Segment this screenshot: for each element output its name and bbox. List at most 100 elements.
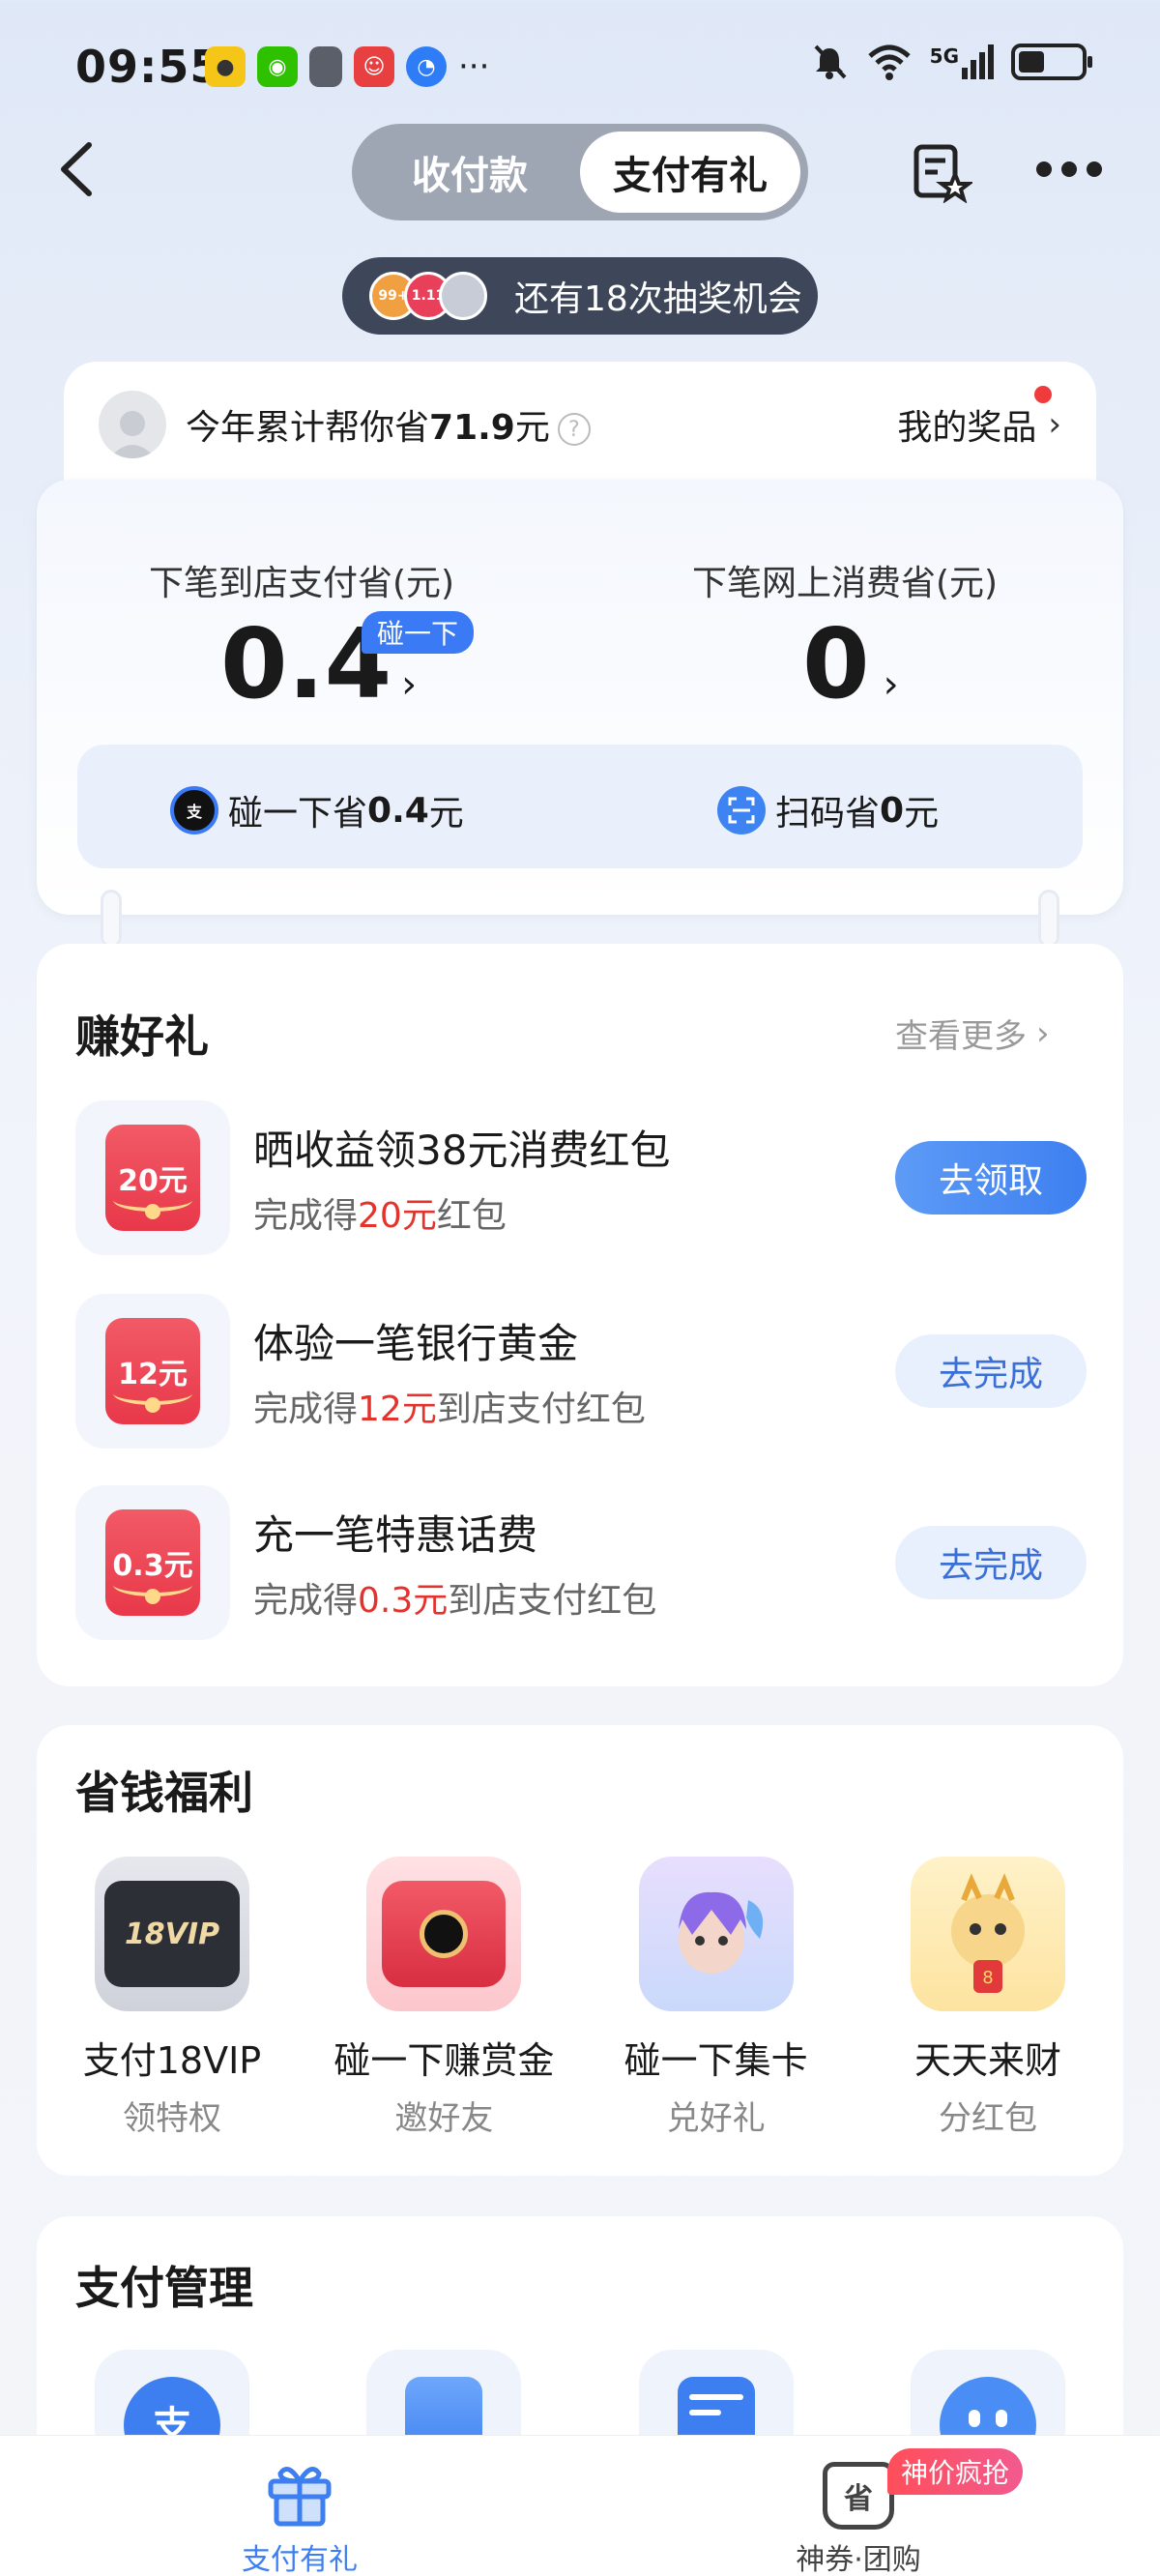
- chevron-right-icon: ›: [1048, 405, 1061, 444]
- chevron-right-icon: ›: [883, 662, 899, 707]
- envelope-amount: 12元: [118, 1358, 188, 1391]
- benefit-item-vip[interactable]: 18VIP 支付18VIP 领特权: [56, 1857, 288, 2139]
- red-envelope-icon: 20元: [105, 1125, 200, 1231]
- task-title: 充一笔特惠话费: [253, 1511, 538, 1559]
- coin-icon: [439, 272, 487, 320]
- my-prizes-label: 我的奖品: [897, 408, 1037, 448]
- scan-pay-savings[interactable]: 扫码省 0 元: [717, 785, 939, 835]
- card-hinge: [101, 890, 122, 948]
- scan-pay-amount: 0: [880, 790, 905, 831]
- status-bar: 09:55 ● ◉ ☺ ◔ ··· 5G: [0, 0, 1160, 135]
- mute-icon: [814, 44, 847, 79]
- task-title: 晒收益领38元消费红包: [253, 1127, 671, 1174]
- online-savings-value: 0: [802, 607, 870, 720]
- chevron-right-icon: ›: [1036, 1013, 1050, 1053]
- management-title: 支付管理: [75, 2262, 253, 2314]
- more-button[interactable]: [1036, 155, 1106, 184]
- benefit-sub: 领特权: [123, 2099, 221, 2138]
- chevron-left-icon: [61, 142, 92, 196]
- claim-button[interactable]: 去领取: [895, 1141, 1087, 1215]
- wifi-icon: [867, 44, 911, 80]
- browser-app-icon: ◔: [406, 46, 447, 87]
- benefit-sub: 分红包: [938, 2099, 1037, 2138]
- tab-receive-pay[interactable]: 收付款: [360, 132, 580, 213]
- red-dot-badge: [1034, 386, 1052, 403]
- task-reward-amount: 20元: [358, 1196, 437, 1236]
- tap-pay-unit: 元: [428, 794, 464, 834]
- task-reward-amount: 12元: [358, 1390, 437, 1429]
- daily-wealth-image: 8: [910, 1857, 1065, 2011]
- task-reward-prefix: 完成得: [253, 1196, 359, 1236]
- benefit-title: 碰一下赚赏金: [334, 2039, 555, 2082]
- help-icon[interactable]: ?: [557, 413, 591, 446]
- earn-gifts-title: 赚好礼: [75, 1010, 209, 1063]
- lottery-chances-pill[interactable]: 99+ 1.11 还有18次抽奖机会: [342, 257, 818, 335]
- task-icon: 0.3元: [75, 1485, 230, 1640]
- online-savings-value-link[interactable]: 0 ›: [802, 607, 899, 720]
- svg-text:8: 8: [982, 1968, 993, 1988]
- yearly-savings-prefix: 今年累计帮你省: [186, 408, 430, 448]
- back-button[interactable]: [50, 135, 104, 203]
- see-more-link[interactable]: 查看更多 ›: [895, 1010, 1050, 1057]
- benefit-title: 碰一下集卡: [624, 2039, 808, 2082]
- card-hinge: [1038, 890, 1059, 948]
- notification-icons: ● ◉ ☺ ◔ ···: [205, 46, 489, 87]
- game-app-icon: ☺: [354, 46, 394, 87]
- user-icon: [109, 411, 156, 458]
- tap-pay-icon: 支: [170, 786, 218, 834]
- complete-button[interactable]: 去完成: [895, 1334, 1087, 1408]
- scan-icon: [717, 786, 766, 834]
- benefit-item-daily-wealth[interactable]: 8 天天来财 分红包: [872, 1857, 1104, 2139]
- gift-icon: [268, 2467, 332, 2527]
- collect-cards-image: [638, 1857, 794, 2011]
- card-app-icon: [309, 46, 342, 87]
- signal-icon: 5G: [930, 44, 994, 79]
- benefit-sub: 邀好友: [394, 2099, 494, 2138]
- wechat-icon: ◉: [257, 46, 298, 87]
- benefit-sub: 兑好礼: [666, 2099, 766, 2138]
- yearly-savings-amount: 71.9: [429, 408, 515, 448]
- my-prizes-link[interactable]: 我的奖品 ›: [897, 386, 1061, 450]
- envelope-amount: 0.3元: [112, 1549, 193, 1583]
- task-icon: 20元: [75, 1100, 230, 1255]
- complete-button[interactable]: 去完成: [895, 1526, 1087, 1599]
- prize-coins: 99+ 1.11: [369, 272, 487, 320]
- benefit-item-collect-cards[interactable]: 碰一下集卡 兑好礼: [600, 1857, 832, 2139]
- character-icon: [678, 1891, 763, 1974]
- tap-pay-savings[interactable]: 支 碰一下省 0.4 元: [170, 785, 464, 835]
- segmented-tabs: 收付款 支付有礼: [352, 124, 808, 220]
- tab-label: 神券·团购: [796, 2543, 921, 2576]
- see-more-label: 查看更多: [895, 1017, 1027, 1056]
- store-savings-label: 下笔到店支付省(元): [149, 564, 455, 603]
- scan-frame-icon: [728, 797, 755, 824]
- avatar[interactable]: [99, 391, 166, 458]
- benefits-row: 18VIP 支付18VIP 领特权 碰一下赚赏金 邀好友 碰一下集卡 兑好礼 8…: [56, 1857, 1104, 2139]
- vip-card-icon: 18VIP: [104, 1881, 240, 1987]
- tap-reward-image: [366, 1857, 522, 2011]
- tab-label: 支付有礼: [242, 2543, 358, 2576]
- bill-star-icon: [914, 144, 974, 204]
- red-envelope-icon: 0.3元: [105, 1509, 200, 1616]
- red-box-icon: [382, 1881, 507, 1987]
- tap-pay-amount: 0.4: [367, 790, 429, 831]
- task-title: 体验一笔银行黄金: [253, 1320, 579, 1367]
- tab-pay-gift[interactable]: 支付有礼: [580, 132, 800, 213]
- status-time: 09:55: [75, 41, 222, 93]
- red-envelope-icon: 12元: [105, 1318, 200, 1424]
- bill-star-button[interactable]: [911, 141, 974, 204]
- benefit-item-tap-reward[interactable]: 碰一下赚赏金 邀好友: [328, 1857, 560, 2139]
- task-reward: 完成得12元到店支付红包: [253, 1381, 646, 1431]
- chevron-right-icon: ›: [401, 662, 418, 707]
- tab-pay-gift-bottom[interactable]: 支付有礼: [222, 2456, 377, 2576]
- task-reward: 完成得20元红包: [253, 1187, 507, 1238]
- task-reward-amount: 0.3元: [358, 1581, 449, 1621]
- system-status: 5G: [810, 43, 1092, 81]
- more-notifications-icon: ···: [458, 47, 490, 86]
- task-reward: 完成得0.3元到店支付红包: [253, 1572, 656, 1623]
- task-reward-suffix: 红包: [436, 1196, 507, 1236]
- dragon-mascot-icon: 8: [950, 1873, 1025, 1993]
- benefits-title: 省钱福利: [75, 1767, 253, 1819]
- tap-tag: 碰一下: [362, 611, 475, 654]
- vip-image: 18VIP: [95, 1857, 249, 2011]
- yearly-savings-unit: 元: [514, 408, 550, 448]
